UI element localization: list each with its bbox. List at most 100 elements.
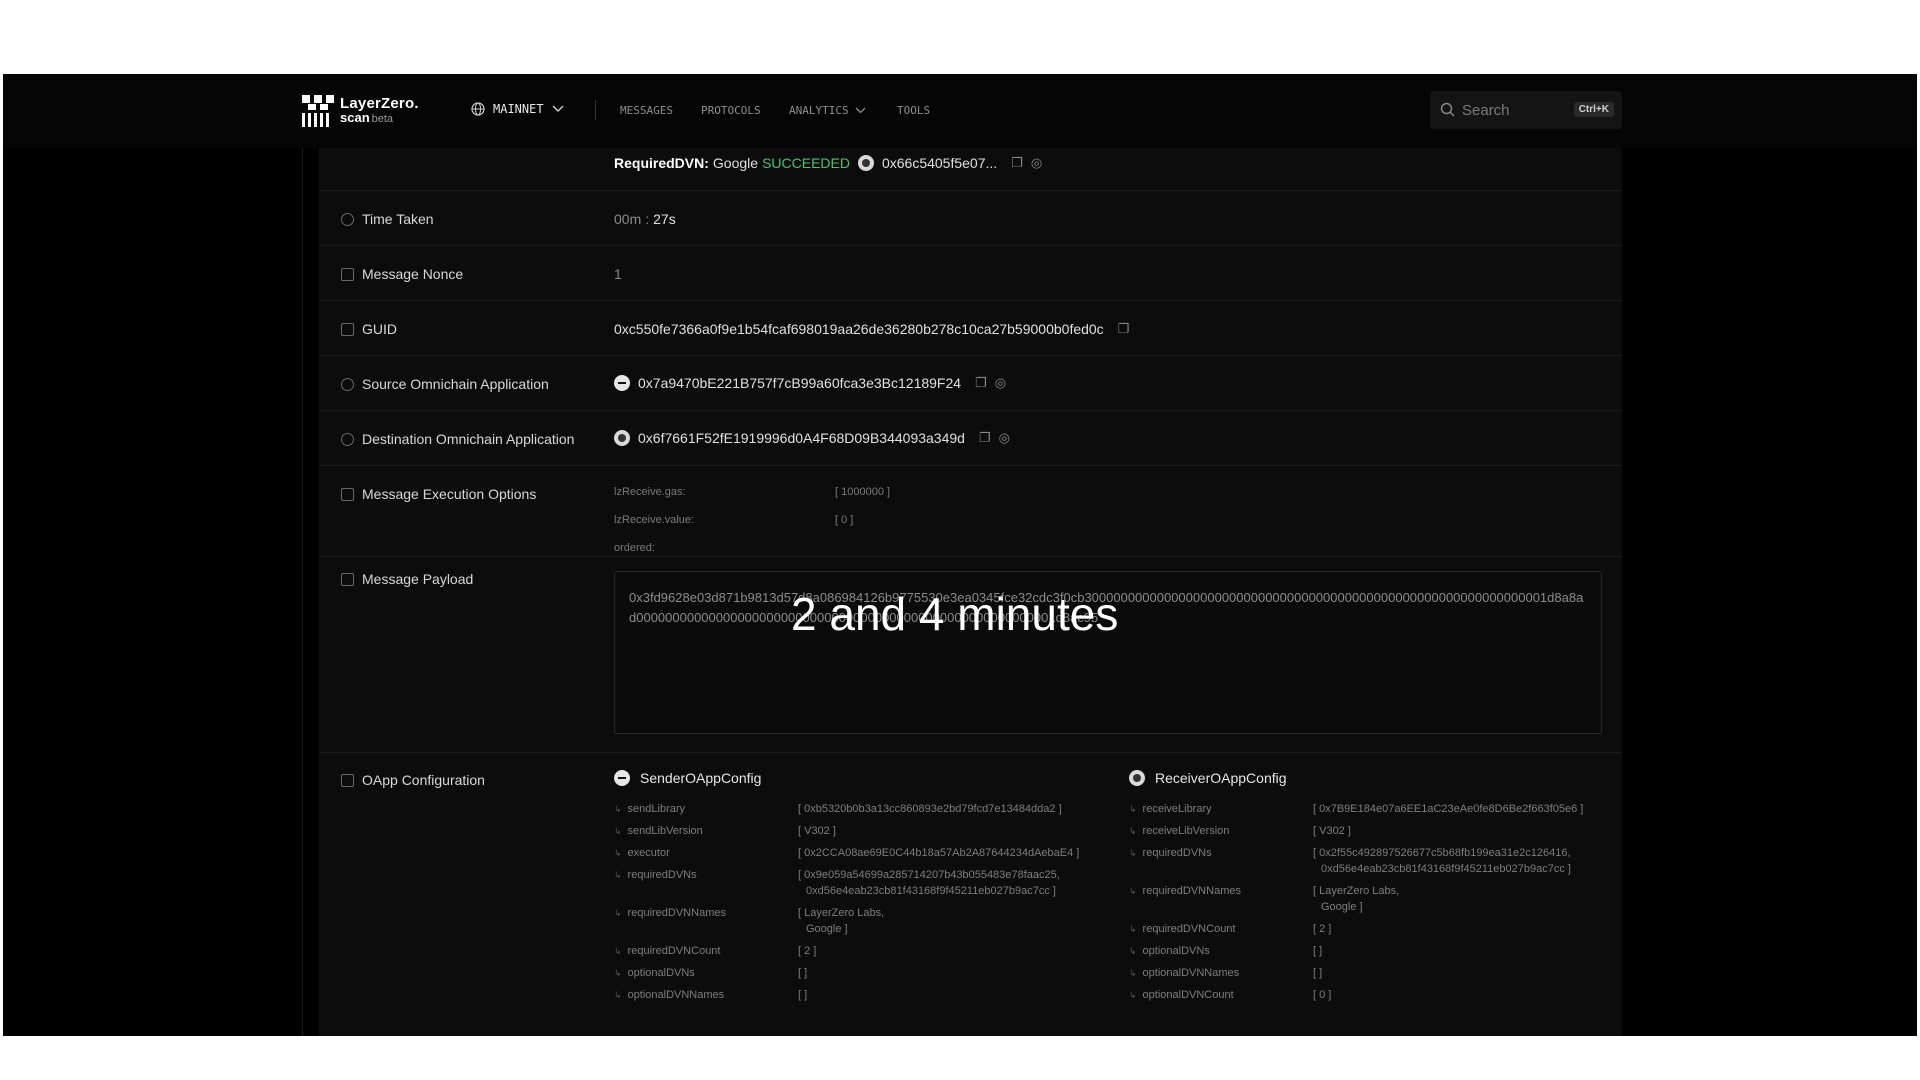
layerzero-logo-icon [302,95,334,127]
globe-icon [471,102,485,116]
clock-icon [341,212,354,226]
exec-options-label: Message Execution Options [362,486,537,502]
guid-value: 0xc550fe7366a0f9e1b54fcaf698019aa26de362… [614,321,1104,337]
search-box[interactable]: Search Ctrl+K [1430,91,1622,129]
copy-icon[interactable]: ❐ [1011,155,1023,171]
config-value: 0xd56e4eab23cb81f43168f9f45211eb027b9ac7… [806,885,1056,897]
nonce-label: Message Nonce [362,266,464,282]
network-label: MAINNET [493,102,544,116]
time-taken-value: 00m : 27s [614,211,676,227]
config-entry: optionalDVNs [614,967,695,979]
source-oapp-label: Source Omnichain Application [362,376,549,392]
config-entry: requiredDVNNames [614,907,726,919]
source-oapp-value-group: 0x7a9470bE221B757f7cB99a60fca3e3Bc12189F… [614,375,1006,391]
app-icon [341,432,354,446]
time-taken-row: Time Taken 00m : 27s [319,191,1622,246]
config-value: [ 0x2f55c492897526677c5b68fb199ea31e2c12… [1313,847,1571,859]
nav-protocols[interactable]: PROTOCOLS [701,104,761,117]
config-value: [ 0 ] [1313,989,1332,1001]
sender-config-header: SenderOAppConfig [614,770,761,786]
config-value: Google ] [1321,901,1363,913]
explorer-globe-icon[interactable]: ◎ [999,430,1010,446]
config-value: [ LayerZero Labs, [1313,885,1400,897]
layerzero-logo[interactable]: LayerZero. scan beta [302,94,419,128]
config-entry: requiredDVNs [614,869,697,881]
time-minutes: 00m [614,211,642,227]
option-value: [ 1000000 ] [835,486,891,498]
copy-icon[interactable]: ❐ [1118,321,1130,337]
logo-subtitle: scan [340,109,370,125]
oapp-config-label-group: OApp Configuration [341,772,485,788]
dest-oapp-row: Destination Omnichain Application 0x6f76… [319,411,1622,466]
nav-messages[interactable]: MESSAGES [620,104,673,117]
copy-icon[interactable]: ❐ [975,375,987,391]
dest-oapp-value-group: 0x6f7661F52fE1919996d0A4F68D09B344093a34… [614,430,1010,446]
copy-icon[interactable]: ❐ [979,430,991,446]
id-icon [341,322,354,336]
nav-divider [595,100,596,120]
guid-label-group: GUID [341,321,397,337]
code-icon [341,572,354,586]
config-value: [ 0xb5320b0b3a13cc860893e2bd79fcd7e13484… [798,803,1062,815]
config-value: Google ] [806,923,848,935]
exec-options-label-group: Message Execution Options [341,486,536,502]
option-key: ordered: [614,542,655,554]
option-key: lzReceive.value: [614,514,695,526]
config-value: [ ] [1313,945,1323,957]
dest-oapp-address[interactable]: 0x6f7661F52fE1919996d0A4F68D09B344093a34… [638,430,965,446]
config-entry: sendLibVersion [614,825,703,837]
guid-value-group: 0xc550fe7366a0f9e1b54fcaf698019aa26de362… [614,321,1129,337]
code-icon [341,487,354,501]
source-chain-icon [614,375,630,391]
config-value: [ LayerZero Labs, [798,907,885,919]
network-selector[interactable]: MAINNET [471,102,564,116]
explorer-globe-icon[interactable]: ◎ [995,375,1006,391]
app-window: LayerZero. scan beta MAINNET MESSAGES PRO… [3,74,1917,1036]
config-entry: requiredDVNs [1129,847,1212,859]
dvn-address: 0x66c5405f5e07... [881,155,998,171]
app-icon [341,377,354,391]
logo-title: LayerZero. [340,94,419,112]
config-value: [ ] [798,967,808,979]
explorer-globe-icon[interactable]: ◎ [1031,155,1042,171]
time-taken-label-group: Time Taken [341,211,434,227]
config-entry: requiredDVNNames [1129,885,1241,897]
nav-analytics[interactable]: ANALYTICS [789,104,866,117]
settings-icon [341,773,354,787]
config-value: [ 2 ] [798,945,817,957]
dest-oapp-label-group: Destination Omnichain Application [341,431,574,447]
nav-analytics-label: ANALYTICS [789,104,849,117]
source-oapp-address[interactable]: 0x7a9470bE221B757f7cB99a60fca3e3Bc12189F… [638,375,961,391]
dvn-name: Google [712,155,759,171]
payload-label-group: Message Payload [341,571,473,587]
nonce-label-group: Message Nonce [341,266,463,282]
config-entry: optionalDVNCount [1129,989,1234,1001]
oapp-config-label: OApp Configuration [362,772,485,788]
receiver-config-header: ReceiverOAppConfig [1129,770,1287,786]
nav-tools[interactable]: TOOLS [897,104,930,117]
config-entry: executor [614,847,670,859]
chevron-down-icon [855,107,866,114]
dest-chain-icon [614,430,630,446]
dvn-status-row: RequiredDVN: Google SUCCEEDED 0x66c5405f… [319,148,1622,191]
config-value: 0xd56e4eab23cb81f43168f9f45211eb027b9ac7… [1321,863,1571,875]
dvn-label: RequiredDVN: [614,155,709,171]
dvn-status-badge: SUCCEEDED [762,155,850,171]
config-entry: optionalDVNs [1129,945,1210,957]
source-chain-icon [614,770,630,786]
time-seconds: 27s [653,211,676,227]
nonce-value: 1 [614,266,622,282]
config-entry: receiveLibrary [1129,803,1212,815]
logo-badge: beta [371,112,394,125]
config-value: [ 0x9e059a54699a285714207b43b055483e78fa… [798,869,1060,881]
guid-label: GUID [362,321,397,337]
option-value: [ 0 ] [835,514,854,526]
oapp-config-row: OApp Configuration SenderOAppConfig Rece… [319,753,1622,1036]
exec-options-row: Message Execution Options lzReceive.gas:… [319,466,1622,557]
video-caption: 2 and 4 minutes [791,588,1119,640]
chevron-down-icon [552,105,564,112]
config-entry: requiredDVNCount [614,945,720,957]
dvn-status-value: RequiredDVN: Google SUCCEEDED 0x66c5405f… [614,155,1042,171]
config-value: [ 0x2CCA08ae69E0C44b18a57Ab2A87644234dAe… [798,847,1080,859]
config-entry: optionalDVNNames [1129,967,1239,979]
